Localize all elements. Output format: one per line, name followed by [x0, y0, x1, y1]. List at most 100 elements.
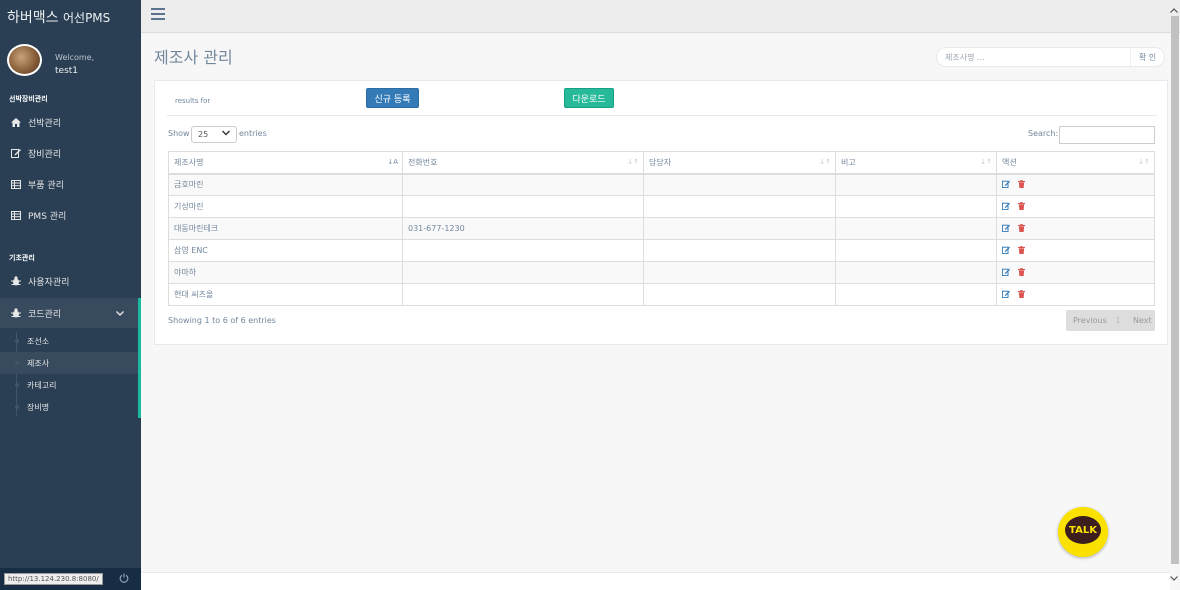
- submenu-label: 장비명: [27, 402, 50, 412]
- table-row: 삼영 ENC: [168, 239, 1155, 262]
- next-button[interactable]: Next: [1125, 316, 1152, 325]
- table-cell: [402, 173, 644, 196]
- sort-icon: ↓↑: [627, 158, 639, 166]
- submenu-label: 조선소: [27, 336, 50, 346]
- section-title-basic: 기초관리: [9, 254, 35, 262]
- code-submenu: 조선소 제조사 카테고리 장비명: [0, 328, 141, 418]
- download-button[interactable]: 다운로드: [564, 88, 614, 108]
- sidebar-item-label: 부품 관리: [28, 180, 64, 191]
- sidebar-item-label: 선박관리: [28, 118, 62, 129]
- trash-icon[interactable]: [1018, 223, 1025, 234]
- submenu-item-equipment-name[interactable]: 장비명: [0, 396, 138, 418]
- scrollbar[interactable]: [1170, 16, 1180, 572]
- sidebar-item-users[interactable]: 사용자관리: [0, 270, 141, 292]
- profile: Welcome, test1: [7, 44, 137, 82]
- divider: [167, 115, 1157, 116]
- results-for-label: results for: [175, 97, 211, 105]
- top-nav: [141, 0, 1180, 33]
- talk-label: TALK: [1065, 516, 1101, 544]
- sort-asc-icon: ↓A: [387, 158, 398, 166]
- entries-select-value: 25: [198, 130, 209, 139]
- edit-icon[interactable]: [1001, 224, 1010, 234]
- pagination: Previous 1 Next: [1066, 310, 1155, 331]
- kakao-talk-button[interactable]: TALK: [1058, 507, 1108, 557]
- table-cell: [643, 261, 836, 284]
- column-header-name[interactable]: 제조사명 ↓A: [168, 151, 403, 175]
- new-register-button[interactable]: 신규 등록: [366, 88, 419, 108]
- table-row: 기성마린: [168, 195, 1155, 218]
- previous-button[interactable]: Previous: [1066, 316, 1111, 325]
- chevron-down-icon: [222, 129, 230, 139]
- trash-icon[interactable]: [1018, 289, 1025, 300]
- table-cell: [643, 283, 836, 306]
- home-icon: [9, 117, 23, 127]
- sidebar-item-codes[interactable]: 코드관리: [0, 298, 141, 328]
- column-header-action[interactable]: 액션 ↓↑: [996, 151, 1155, 175]
- table-cell: [643, 195, 836, 218]
- submenu-label: 카테고리: [27, 380, 57, 390]
- entries-select[interactable]: 25: [191, 126, 237, 143]
- action-cell: [996, 173, 1155, 196]
- column-header-phone[interactable]: 전화번호 ↓↑: [402, 151, 644, 175]
- submenu-item-manufacturer[interactable]: 제조사: [0, 352, 138, 374]
- table-row: 현대 씨즈올: [168, 283, 1155, 306]
- scroll-up-icon[interactable]: [1170, 6, 1178, 16]
- table-cell: 삼영 ENC: [168, 239, 403, 262]
- submenu-item-shipyard[interactable]: 조선소: [0, 330, 138, 352]
- column-header-note[interactable]: 비고 ↓↑: [835, 151, 997, 175]
- submenu-item-category[interactable]: 카테고리: [0, 374, 138, 396]
- brand-subtitle: 어선PMS: [62, 11, 111, 25]
- manufacturer-table: 제조사명 ↓A 전화번호 ↓↑ 담당자 ↓↑ 비고 ↓↑ 액션 ↓↑ 금호마린 기성마린 대동…: [168, 151, 1155, 306]
- content-panel: results for 신규 등록 다운로드 Show 25 entries S…: [154, 80, 1168, 345]
- bug-icon: [9, 276, 23, 286]
- sort-icon: ↓↑: [980, 158, 992, 166]
- table-cell: [402, 195, 644, 218]
- status-url: http://13.124.230.8:8080/: [4, 573, 103, 585]
- edit-icon[interactable]: [1001, 180, 1010, 190]
- table-cell: [835, 239, 997, 262]
- table-cell: [835, 173, 997, 196]
- action-cell: [996, 261, 1155, 284]
- page-1-button[interactable]: 1: [1111, 316, 1125, 325]
- edit-icon[interactable]: [1001, 290, 1010, 300]
- top-search: 확 인: [936, 47, 1165, 67]
- trash-icon[interactable]: [1018, 201, 1025, 212]
- sidebar-item-pms[interactable]: PMS 관리: [0, 204, 141, 226]
- avatar: [7, 44, 42, 76]
- trash-icon[interactable]: [1018, 267, 1025, 278]
- manufacturer-search-input[interactable]: [945, 51, 1120, 64]
- table-cell: [643, 173, 836, 196]
- table-icon: [9, 179, 23, 189]
- table-cell: [835, 217, 997, 240]
- sidebar: 하버맥스 어선PMS Welcome, test1 선박장비관리 선박관리 장비…: [0, 0, 141, 590]
- action-cell: [996, 239, 1155, 262]
- sidebar-item-equipment[interactable]: 장비관리: [0, 142, 141, 164]
- show-label: Show: [168, 129, 190, 138]
- edit-icon[interactable]: [1001, 268, 1010, 278]
- table-cell: [402, 239, 644, 262]
- menu-toggle-icon[interactable]: [151, 8, 165, 22]
- sort-icon: ↓↑: [1138, 158, 1150, 166]
- sidebar-item-label: 코드관리: [28, 309, 62, 320]
- sidebar-item-parts[interactable]: 부품 관리: [0, 173, 141, 195]
- scroll-down-icon[interactable]: [1170, 574, 1178, 584]
- trash-icon[interactable]: [1018, 179, 1025, 190]
- edit-icon[interactable]: [1001, 202, 1010, 212]
- bug-icon: [9, 308, 23, 318]
- sidebar-footer: http://13.124.230.8:8080/: [0, 568, 141, 590]
- page-footer: [141, 572, 1170, 590]
- sidebar-item-vessel[interactable]: 선박관리: [0, 111, 141, 133]
- confirm-button[interactable]: 확 인: [1130, 48, 1164, 66]
- brand-name: 하버맥스: [7, 10, 59, 26]
- chevron-down-icon: [116, 309, 124, 318]
- column-header-contact[interactable]: 담당자 ↓↑: [643, 151, 836, 175]
- edit-icon: [9, 148, 23, 158]
- trash-icon[interactable]: [1018, 245, 1025, 256]
- sidebar-item-label: 사용자관리: [28, 277, 70, 288]
- brand-title[interactable]: 하버맥스 어선PMS: [0, 0, 141, 34]
- table-cell: [402, 283, 644, 306]
- table-search-input[interactable]: [1059, 126, 1155, 144]
- table-cell: [402, 261, 644, 284]
- power-icon[interactable]: [119, 573, 129, 586]
- edit-icon[interactable]: [1001, 246, 1010, 256]
